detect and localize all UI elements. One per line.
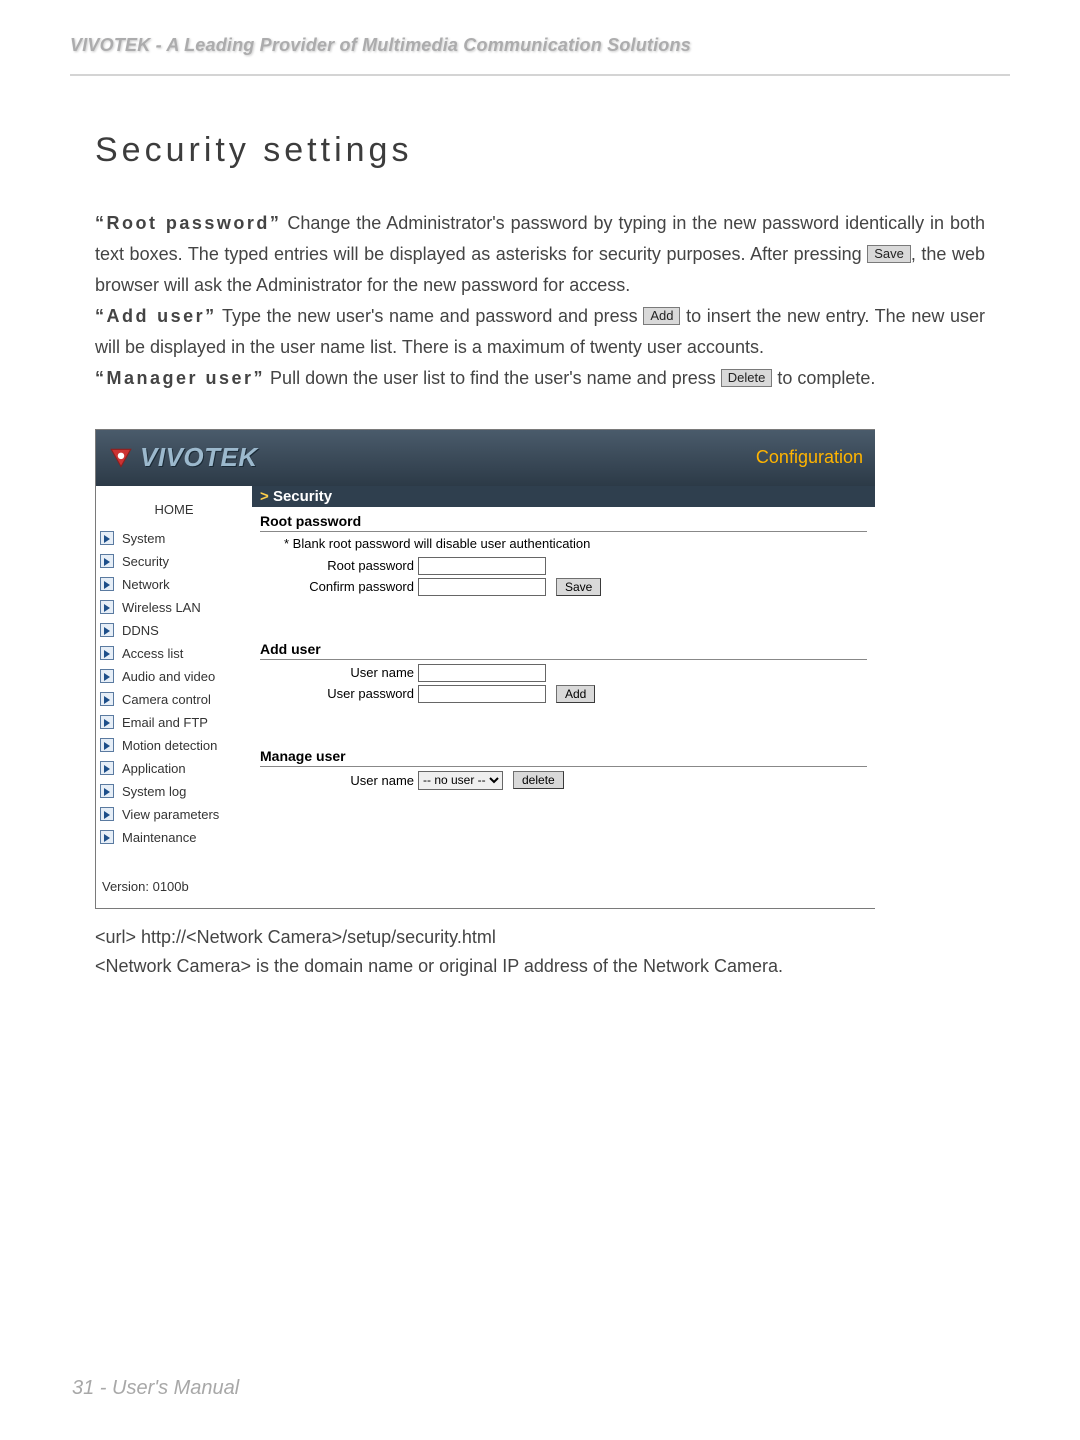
save-button[interactable]: Save [556, 578, 601, 596]
confirm-password-input[interactable] [418, 578, 546, 596]
arrow-icon [100, 623, 114, 637]
sidebar-item-application[interactable]: Application [96, 757, 252, 780]
sidebar-item-label: Wireless LAN [122, 600, 201, 615]
sidebar-item-label: Security [122, 554, 169, 569]
sidebar-item-label: Camera control [122, 692, 211, 707]
add-button[interactable]: Add [556, 685, 595, 703]
sidebar-item-system-log[interactable]: System log [96, 780, 252, 803]
root-password-note: * Blank root password will disable user … [284, 536, 867, 551]
sidebar-item-label: View parameters [122, 807, 219, 822]
sidebar-item-ddns[interactable]: DDNS [96, 619, 252, 642]
inline-add-button: Add [643, 307, 680, 325]
arrow-icon [100, 784, 114, 798]
sidebar-item-security[interactable]: Security [96, 550, 252, 573]
arrow-icon [100, 531, 114, 545]
arrow-icon [100, 577, 114, 591]
manage-username-label: User name [260, 773, 418, 788]
sidebar: HOME System Security Network Wireless LA… [96, 486, 252, 908]
inline-delete-button: Delete [721, 369, 773, 387]
main-pane: > Security Root password * Blank root pa… [252, 486, 875, 908]
paragraph-add-user: “Add user” Type the new user's name and … [95, 301, 985, 363]
add-username-input[interactable] [418, 664, 546, 682]
term-add-user: “Add user” [95, 306, 217, 326]
arrow-icon [100, 807, 114, 821]
paragraph-manager-user: “Manager user” Pull down the user list t… [95, 363, 985, 394]
sidebar-item-view-parameters[interactable]: View parameters [96, 803, 252, 826]
arrow-icon [100, 669, 114, 683]
version-label: Version: 0100b [96, 849, 252, 894]
add-username-label: User name [260, 665, 418, 680]
add-userpassword-label: User password [260, 686, 418, 701]
root-password-input[interactable] [418, 557, 546, 575]
sidebar-item-label: Motion detection [122, 738, 217, 753]
sidebar-item-access-list[interactable]: Access list [96, 642, 252, 665]
arrow-icon [100, 646, 114, 660]
arrow-icon [100, 692, 114, 706]
section-heading: Add user [260, 641, 867, 660]
term-manager-user: “Manager user” [95, 368, 265, 388]
sidebar-item-wireless-lan[interactable]: Wireless LAN [96, 596, 252, 619]
breadcrumb-label: Security [273, 488, 332, 505]
url-line-1: <url> http://<Network Camera>/setup/secu… [95, 923, 985, 952]
logo: VIVOTEK [108, 442, 258, 473]
sidebar-item-label: Application [122, 761, 186, 776]
sidebar-home[interactable]: HOME [96, 492, 252, 527]
sidebar-item-label: Email and FTP [122, 715, 208, 730]
arrow-icon [100, 554, 114, 568]
manage-username-select[interactable]: -- no user -- [418, 771, 503, 790]
arrow-icon [100, 715, 114, 729]
page-footer: 31 - User's Manual [72, 1377, 239, 1400]
add-userpassword-input[interactable] [418, 685, 546, 703]
paragraph-root-password: “Root password” Change the Administrator… [95, 208, 985, 301]
delete-button[interactable]: delete [513, 771, 564, 789]
arrow-icon [100, 761, 114, 775]
breadcrumb: > Security [252, 486, 875, 507]
ui-header: VIVOTEK Configuration [96, 430, 875, 486]
header-rule [70, 74, 1010, 76]
text: Type the new user's name and password an… [217, 306, 644, 326]
sidebar-item-email-ftp[interactable]: Email and FTP [96, 711, 252, 734]
section-heading: Manage user [260, 748, 867, 767]
inline-save-button: Save [867, 245, 911, 263]
embedded-config-ui: VIVOTEK Configuration HOME System Securi… [95, 429, 875, 909]
configuration-link[interactable]: Configuration [756, 447, 863, 468]
sidebar-item-system[interactable]: System [96, 527, 252, 550]
arrow-icon [100, 600, 114, 614]
sidebar-item-network[interactable]: Network [96, 573, 252, 596]
sidebar-item-label: Access list [122, 646, 183, 661]
sidebar-item-label: Audio and video [122, 669, 215, 684]
sidebar-item-maintenance[interactable]: Maintenance [96, 826, 252, 849]
sidebar-item-label: Network [122, 577, 170, 592]
manage-user-section: Manage user User name -- no user -- dele… [252, 742, 875, 821]
term-root-password: “Root password” [95, 213, 281, 233]
text: Pull down the user list to find the user… [265, 368, 721, 388]
add-user-section: Add user User name User password Add [252, 635, 875, 712]
root-password-label: Root password [260, 558, 418, 573]
confirm-password-label: Confirm password [260, 579, 418, 594]
logo-text: VIVOTEK [140, 442, 258, 473]
text: to complete. [772, 368, 875, 388]
arrow-icon [100, 738, 114, 752]
page-title: Security settings [95, 131, 985, 170]
arrow-icon [100, 830, 114, 844]
page-header-tagline: VIVOTEK - A Leading Provider of Multimed… [70, 35, 1010, 74]
logo-icon [108, 445, 134, 471]
sidebar-item-label: Maintenance [122, 830, 196, 845]
sidebar-item-camera-control[interactable]: Camera control [96, 688, 252, 711]
sidebar-item-label: System [122, 531, 165, 546]
section-heading: Root password [260, 513, 867, 532]
url-info: <url> http://<Network Camera>/setup/secu… [95, 923, 985, 981]
sidebar-item-label: System log [122, 784, 186, 799]
root-password-section: Root password * Blank root password will… [252, 507, 875, 605]
sidebar-item-motion-detection[interactable]: Motion detection [96, 734, 252, 757]
url-line-2: <Network Camera> is the domain name or o… [95, 952, 985, 981]
sidebar-item-label: DDNS [122, 623, 159, 638]
sidebar-item-audio-video[interactable]: Audio and video [96, 665, 252, 688]
